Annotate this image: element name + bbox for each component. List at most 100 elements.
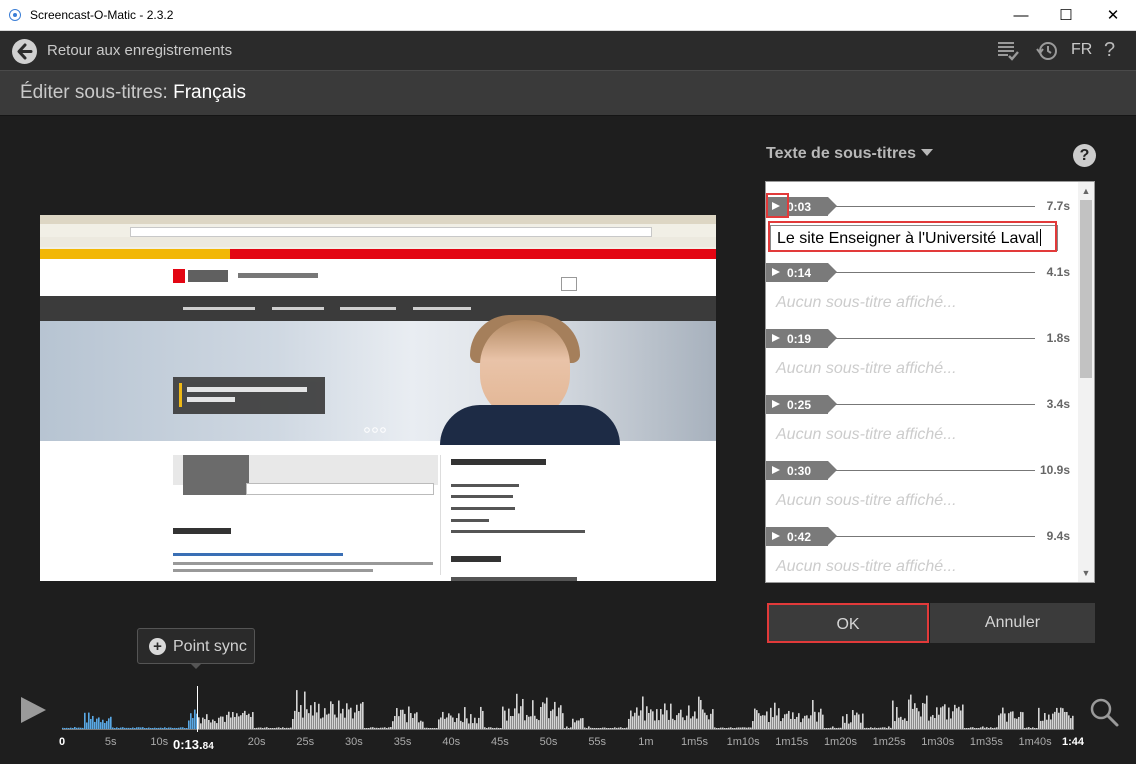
waveform-bar: [262, 728, 264, 729]
subtitle-item[interactable]: 0:25 3.4s Aucun sous-titre affiché...: [766, 380, 1078, 446]
subtitle-play-tag[interactable]: 0:14: [766, 263, 837, 282]
subtitle-item[interactable]: 0:30 10.9s Aucun sous-titre affiché...: [766, 446, 1078, 512]
preview-red-band: [230, 249, 716, 259]
waveform-bar: [764, 715, 766, 729]
waveform-bar: [828, 728, 830, 729]
waveform-bar: [374, 727, 376, 729]
cancel-button[interactable]: Annuler: [930, 603, 1095, 643]
waveform-bar: [912, 708, 914, 729]
subtitle-play-tag[interactable]: 0:19: [766, 329, 837, 348]
play-icon[interactable]: [772, 466, 780, 474]
ok-button[interactable]: OK: [767, 603, 929, 643]
subtitle-placeholder[interactable]: Aucun sous-titre affiché...: [776, 294, 957, 312]
waveform-bar: [944, 704, 946, 729]
waveform-bar: [226, 714, 228, 729]
waveform-bar: [1064, 711, 1066, 729]
waveform-bar: [396, 708, 398, 729]
waveform-bar: [460, 720, 462, 729]
waveform-bar: [746, 727, 748, 729]
waveform-bar: [556, 716, 558, 729]
language-selector[interactable]: FR: [1071, 41, 1092, 59]
play-button[interactable]: [21, 697, 46, 723]
waveform-bar: [314, 702, 316, 729]
waveform-bar: [1030, 728, 1032, 729]
waveform-bar: [716, 728, 718, 729]
waveform-bar: [560, 705, 562, 729]
subtitle-placeholder[interactable]: Aucun sous-titre affiché...: [776, 558, 957, 576]
preview-faculty-select: [246, 483, 434, 495]
waveform-bar: [606, 728, 608, 729]
play-icon[interactable]: [772, 400, 780, 408]
waveform-bar: [880, 727, 882, 729]
maximize-button[interactable]: ☐: [1043, 0, 1089, 31]
waveform-bar: [1022, 712, 1024, 729]
window-titlebar: Screencast-O-Matic - 2.3.2 — ☐ ✕: [0, 0, 1136, 31]
waveform-bar: [788, 710, 790, 729]
subtitle-placeholder[interactable]: Aucun sous-titre affiché...: [776, 492, 957, 510]
waveform-bar: [540, 706, 542, 729]
waveform-bar: [738, 727, 740, 729]
waveform-bar: [840, 727, 842, 729]
history-icon[interactable]: [1035, 39, 1059, 68]
waveform-bar: [950, 718, 952, 729]
waveform-bar: [646, 706, 648, 729]
waveform-bar: [514, 708, 516, 729]
minimize-button[interactable]: —: [998, 0, 1044, 31]
scroll-down-icon[interactable]: ▼: [1078, 566, 1094, 580]
waveform-bar: [778, 708, 780, 729]
waveform-bar: [784, 714, 786, 729]
waveform-bar: [154, 727, 156, 729]
waveform-bar: [562, 713, 564, 729]
waveform-bar: [550, 710, 552, 729]
waveform-bar: [446, 717, 448, 729]
waveform-bar: [488, 727, 490, 729]
waveform-bar: [168, 727, 170, 729]
waveform-bar: [74, 726, 76, 729]
subtitle-placeholder[interactable]: Aucun sous-titre affiché...: [776, 426, 957, 444]
sync-point-button[interactable]: + Point sync: [137, 628, 255, 664]
waveform-bar: [916, 707, 918, 729]
back-arrow-icon[interactable]: [12, 39, 37, 64]
waveform-bar: [1024, 728, 1026, 729]
panel-help-icon[interactable]: ?: [1073, 144, 1096, 167]
subtitle-item[interactable]: 0:19 1.8s Aucun sous-titre affiché...: [766, 314, 1078, 380]
waveform-bar: [372, 727, 374, 729]
scroll-thumb[interactable]: [1080, 200, 1092, 378]
waveform-bar: [494, 728, 496, 729]
waveform-bar: [634, 712, 636, 729]
subtitle-play-tag[interactable]: 0:30: [766, 461, 837, 480]
waveform-bar: [394, 716, 396, 729]
playhead[interactable]: [196, 686, 198, 732]
waveform-bar: [106, 721, 108, 729]
subtitle-play-tag[interactable]: 0:25: [766, 395, 837, 414]
scroll-up-icon[interactable]: ▲: [1078, 184, 1094, 198]
audio-waveform[interactable]: [62, 684, 1074, 732]
help-icon[interactable]: ?: [1104, 39, 1115, 62]
subtitle-panel-title[interactable]: Texte de sous-titres: [766, 145, 934, 163]
subtitle-item[interactable]: 0:42 9.4s Aucun sous-titre affiché...: [766, 512, 1078, 578]
subtitle-scrollbar[interactable]: ▲ ▼: [1078, 182, 1094, 582]
waveform-bar: [142, 727, 144, 729]
video-preview[interactable]: [40, 215, 716, 581]
waveform-bar: [730, 727, 732, 729]
waveform-bar: [400, 709, 402, 729]
waveform-bar: [612, 728, 614, 729]
waveform-bar: [238, 716, 240, 729]
waveform-bar: [72, 728, 74, 729]
zoom-search-icon[interactable]: [1088, 696, 1120, 733]
checklist-icon[interactable]: [996, 39, 1020, 66]
back-to-recordings-link[interactable]: Retour aux enregistrements: [47, 42, 232, 59]
waveform-bar: [434, 728, 436, 729]
waveform-bar: [482, 710, 484, 729]
waveform-bar: [598, 728, 600, 729]
subtitle-play-tag[interactable]: 0:42: [766, 527, 837, 546]
play-icon[interactable]: [772, 532, 780, 540]
subtitle-item[interactable]: 0:14 4.1s Aucun sous-titre affiché...: [766, 248, 1078, 314]
end-time: 1:44: [1062, 736, 1085, 748]
waveform-bar: [216, 723, 218, 729]
waveform-bar: [100, 722, 102, 729]
play-icon[interactable]: [772, 334, 780, 342]
subtitle-placeholder[interactable]: Aucun sous-titre affiché...: [776, 360, 957, 378]
close-button[interactable]: ✕: [1090, 0, 1136, 31]
play-icon[interactable]: [772, 268, 780, 276]
